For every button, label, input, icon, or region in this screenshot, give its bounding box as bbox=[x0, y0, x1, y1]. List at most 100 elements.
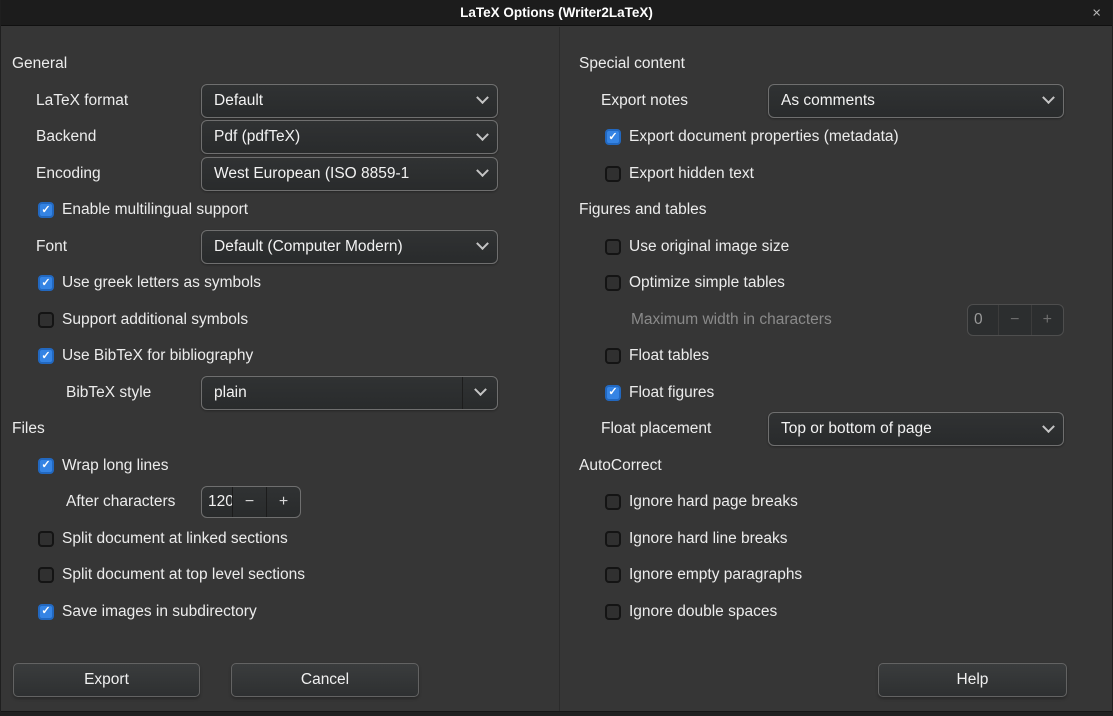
original-size-label[interactable]: Use original image size bbox=[629, 238, 789, 256]
plus-icon[interactable]: + bbox=[266, 487, 300, 517]
right-pane: Special content Export notes As comments… bbox=[559, 27, 1112, 716]
latex-options-dialog: LaTeX Options (Writer2LaTeX) × General L… bbox=[0, 0, 1113, 716]
empty-paragraphs-label[interactable]: Ignore empty paragraphs bbox=[629, 566, 802, 584]
chevron-down-icon bbox=[476, 165, 489, 178]
split-linked-checkbox[interactable]: ✓ bbox=[38, 531, 54, 547]
greek-label[interactable]: Use greek letters as symbols bbox=[62, 274, 261, 292]
export-button[interactable]: Export bbox=[13, 663, 200, 697]
float-figures-row: ✓ Float figures bbox=[560, 375, 1112, 412]
double-spaces-label[interactable]: Ignore double spaces bbox=[629, 603, 777, 621]
chevron-down-icon bbox=[474, 384, 487, 397]
encoding-select[interactable]: West European (ISO 8859-1 bbox=[201, 157, 498, 191]
title-bar[interactable]: LaTeX Options (Writer2LaTeX) × bbox=[1, 0, 1112, 26]
check-icon: ✓ bbox=[41, 606, 50, 617]
check-icon: ✓ bbox=[41, 460, 50, 471]
latex-format-label: LaTeX format bbox=[36, 92, 201, 110]
backend-row: Backend Pdf (pdfTeX) bbox=[1, 119, 559, 156]
hard-page-row: ✓ Ignore hard page breaks bbox=[560, 484, 1112, 521]
save-images-checkbox[interactable]: ✓ bbox=[38, 604, 54, 620]
backend-label: Backend bbox=[36, 128, 201, 146]
dialog-body: General LaTeX format Default Backend Pdf… bbox=[1, 27, 1112, 716]
export-notes-select[interactable]: As comments bbox=[768, 84, 1064, 118]
section-heading-autocorrect: AutoCorrect bbox=[560, 448, 1112, 485]
after-characters-value[interactable]: 120 bbox=[202, 487, 232, 517]
float-tables-row: ✓ Float tables bbox=[560, 338, 1112, 375]
float-placement-select[interactable]: Top or bottom of page bbox=[768, 412, 1064, 446]
split-top-checkbox[interactable]: ✓ bbox=[38, 567, 54, 583]
hard-page-checkbox[interactable]: ✓ bbox=[605, 494, 621, 510]
bibtex-style-dropdown-button[interactable] bbox=[462, 377, 497, 409]
chevron-down-icon bbox=[1042, 420, 1055, 433]
float-tables-label[interactable]: Float tables bbox=[629, 347, 709, 365]
hard-line-row: ✓ Ignore hard line breaks bbox=[560, 521, 1112, 558]
bibtex-row: ✓ Use BibTeX for bibliography bbox=[1, 338, 559, 375]
bibtex-style-combobox[interactable]: plain bbox=[201, 376, 498, 410]
section-heading-special-content: Special content bbox=[560, 46, 1112, 83]
save-images-label[interactable]: Save images in subdirectory bbox=[62, 603, 257, 621]
encoding-label: Encoding bbox=[36, 165, 201, 183]
double-spaces-checkbox[interactable]: ✓ bbox=[605, 604, 621, 620]
multilingual-checkbox[interactable]: ✓ bbox=[38, 202, 54, 218]
wrap-lines-checkbox[interactable]: ✓ bbox=[38, 458, 54, 474]
check-icon: ✓ bbox=[608, 387, 617, 398]
export-notes-value: As comments bbox=[781, 92, 1038, 110]
backend-select[interactable]: Pdf (pdfTeX) bbox=[201, 120, 498, 154]
latex-format-row: LaTeX format Default bbox=[1, 83, 559, 120]
hard-line-label[interactable]: Ignore hard line breaks bbox=[629, 530, 788, 548]
optimize-tables-checkbox[interactable]: ✓ bbox=[605, 275, 621, 291]
bibtex-checkbox[interactable]: ✓ bbox=[38, 348, 54, 364]
metadata-label[interactable]: Export document properties (metadata) bbox=[629, 128, 899, 146]
hard-page-label[interactable]: Ignore hard page breaks bbox=[629, 493, 798, 511]
additional-symbols-checkbox[interactable]: ✓ bbox=[38, 312, 54, 328]
float-tables-checkbox[interactable]: ✓ bbox=[605, 348, 621, 364]
font-select[interactable]: Default (Computer Modern) bbox=[201, 230, 498, 264]
float-figures-label[interactable]: Float figures bbox=[629, 384, 714, 402]
max-width-value: 0 bbox=[968, 305, 998, 335]
metadata-row: ✓ Export document properties (metadata) bbox=[560, 119, 1112, 156]
chevron-down-icon bbox=[476, 128, 489, 141]
float-placement-row: Float placement Top or bottom of page bbox=[560, 411, 1112, 448]
greek-checkbox[interactable]: ✓ bbox=[38, 275, 54, 291]
section-heading-label: Special content bbox=[579, 55, 685, 73]
split-linked-label[interactable]: Split document at linked sections bbox=[62, 530, 288, 548]
check-icon: ✓ bbox=[41, 205, 50, 216]
original-size-checkbox[interactable]: ✓ bbox=[605, 239, 621, 255]
left-pane: General LaTeX format Default Backend Pdf… bbox=[1, 27, 559, 716]
section-heading-figures-tables: Figures and tables bbox=[560, 192, 1112, 229]
max-width-spinner: 0 − + bbox=[967, 304, 1064, 336]
original-size-row: ✓ Use original image size bbox=[560, 229, 1112, 266]
empty-paragraphs-row: ✓ Ignore empty paragraphs bbox=[560, 557, 1112, 594]
additional-symbols-label[interactable]: Support additional symbols bbox=[62, 311, 248, 329]
latex-format-select[interactable]: Default bbox=[201, 84, 498, 118]
save-images-row: ✓ Save images in subdirectory bbox=[1, 594, 559, 631]
export-notes-label: Export notes bbox=[601, 92, 768, 110]
chevron-down-icon bbox=[1042, 92, 1055, 105]
hidden-text-row: ✓ Export hidden text bbox=[560, 156, 1112, 193]
max-width-label: Maximum width in characters bbox=[631, 311, 967, 329]
split-top-label[interactable]: Split document at top level sections bbox=[62, 566, 305, 584]
greek-row: ✓ Use greek letters as symbols bbox=[1, 265, 559, 302]
float-figures-checkbox[interactable]: ✓ bbox=[605, 385, 621, 401]
close-icon[interactable]: × bbox=[1092, 5, 1101, 20]
wrap-lines-label[interactable]: Wrap long lines bbox=[62, 457, 169, 475]
hidden-text-checkbox[interactable]: ✓ bbox=[605, 166, 621, 182]
after-characters-label: After characters bbox=[66, 493, 201, 511]
hidden-text-label[interactable]: Export hidden text bbox=[629, 165, 754, 183]
empty-paragraphs-checkbox[interactable]: ✓ bbox=[605, 567, 621, 583]
metadata-checkbox[interactable]: ✓ bbox=[605, 129, 621, 145]
font-value: Default (Computer Modern) bbox=[214, 238, 472, 256]
minus-icon[interactable]: − bbox=[232, 487, 266, 517]
split-linked-row: ✓ Split document at linked sections bbox=[1, 521, 559, 558]
hard-line-checkbox[interactable]: ✓ bbox=[605, 531, 621, 547]
section-heading-label: AutoCorrect bbox=[579, 457, 662, 475]
optimize-tables-label[interactable]: Optimize simple tables bbox=[629, 274, 785, 292]
cancel-button[interactable]: Cancel bbox=[231, 663, 419, 697]
chevron-down-icon bbox=[476, 238, 489, 251]
help-button[interactable]: Help bbox=[878, 663, 1067, 697]
check-icon: ✓ bbox=[608, 132, 617, 143]
bibtex-label[interactable]: Use BibTeX for bibliography bbox=[62, 347, 253, 365]
bibtex-style-label: BibTeX style bbox=[66, 384, 201, 402]
double-spaces-row: ✓ Ignore double spaces bbox=[560, 594, 1112, 631]
multilingual-label[interactable]: Enable multilingual support bbox=[62, 201, 248, 219]
optimize-tables-row: ✓ Optimize simple tables bbox=[560, 265, 1112, 302]
